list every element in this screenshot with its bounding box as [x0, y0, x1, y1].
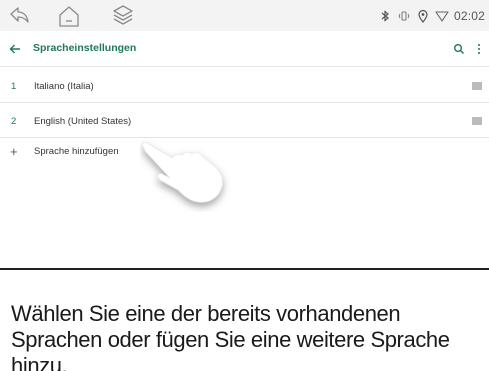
wifi-icon — [435, 11, 449, 22]
device-screen: 02:02 Spracheinstellungen 1 Italiano (It… — [0, 0, 489, 270]
language-index: 1 — [11, 81, 17, 92]
add-language-label: Sprache hinzufügen — [34, 146, 119, 157]
system-bar: 02:02 — [0, 0, 489, 31]
home-icon[interactable] — [56, 3, 82, 29]
bluetooth-icon — [381, 10, 389, 22]
drag-handle-icon[interactable] — [472, 82, 482, 90]
drag-handle-icon[interactable] — [472, 117, 482, 125]
back-icon[interactable] — [5, 3, 31, 29]
app-bar: Spracheinstellungen — [0, 31, 489, 67]
language-row[interactable]: 2 English (United States) — [0, 104, 489, 138]
search-icon[interactable] — [453, 43, 465, 55]
page-title: Spracheinstellungen — [33, 42, 137, 54]
add-language-button[interactable]: + Sprache hinzufügen — [0, 139, 489, 165]
more-vert-icon[interactable] — [475, 42, 483, 56]
plus-icon: + — [10, 144, 18, 159]
pointing-hand-icon — [142, 142, 223, 203]
vibrate-icon — [398, 11, 410, 21]
instruction-caption: Wählen Sie eine der bereits vorhandenen … — [11, 301, 450, 371]
language-label: English (United States) — [34, 116, 132, 127]
language-index: 2 — [11, 116, 17, 127]
status-area: 02:02 — [378, 7, 485, 25]
status-clock: 02:02 — [453, 9, 485, 23]
recents-icon[interactable] — [110, 3, 136, 29]
language-row[interactable]: 1 Italiano (Italia) — [0, 69, 489, 103]
location-icon — [418, 9, 428, 23]
language-label: Italiano (Italia) — [34, 81, 94, 92]
back-arrow-icon[interactable] — [8, 42, 22, 56]
